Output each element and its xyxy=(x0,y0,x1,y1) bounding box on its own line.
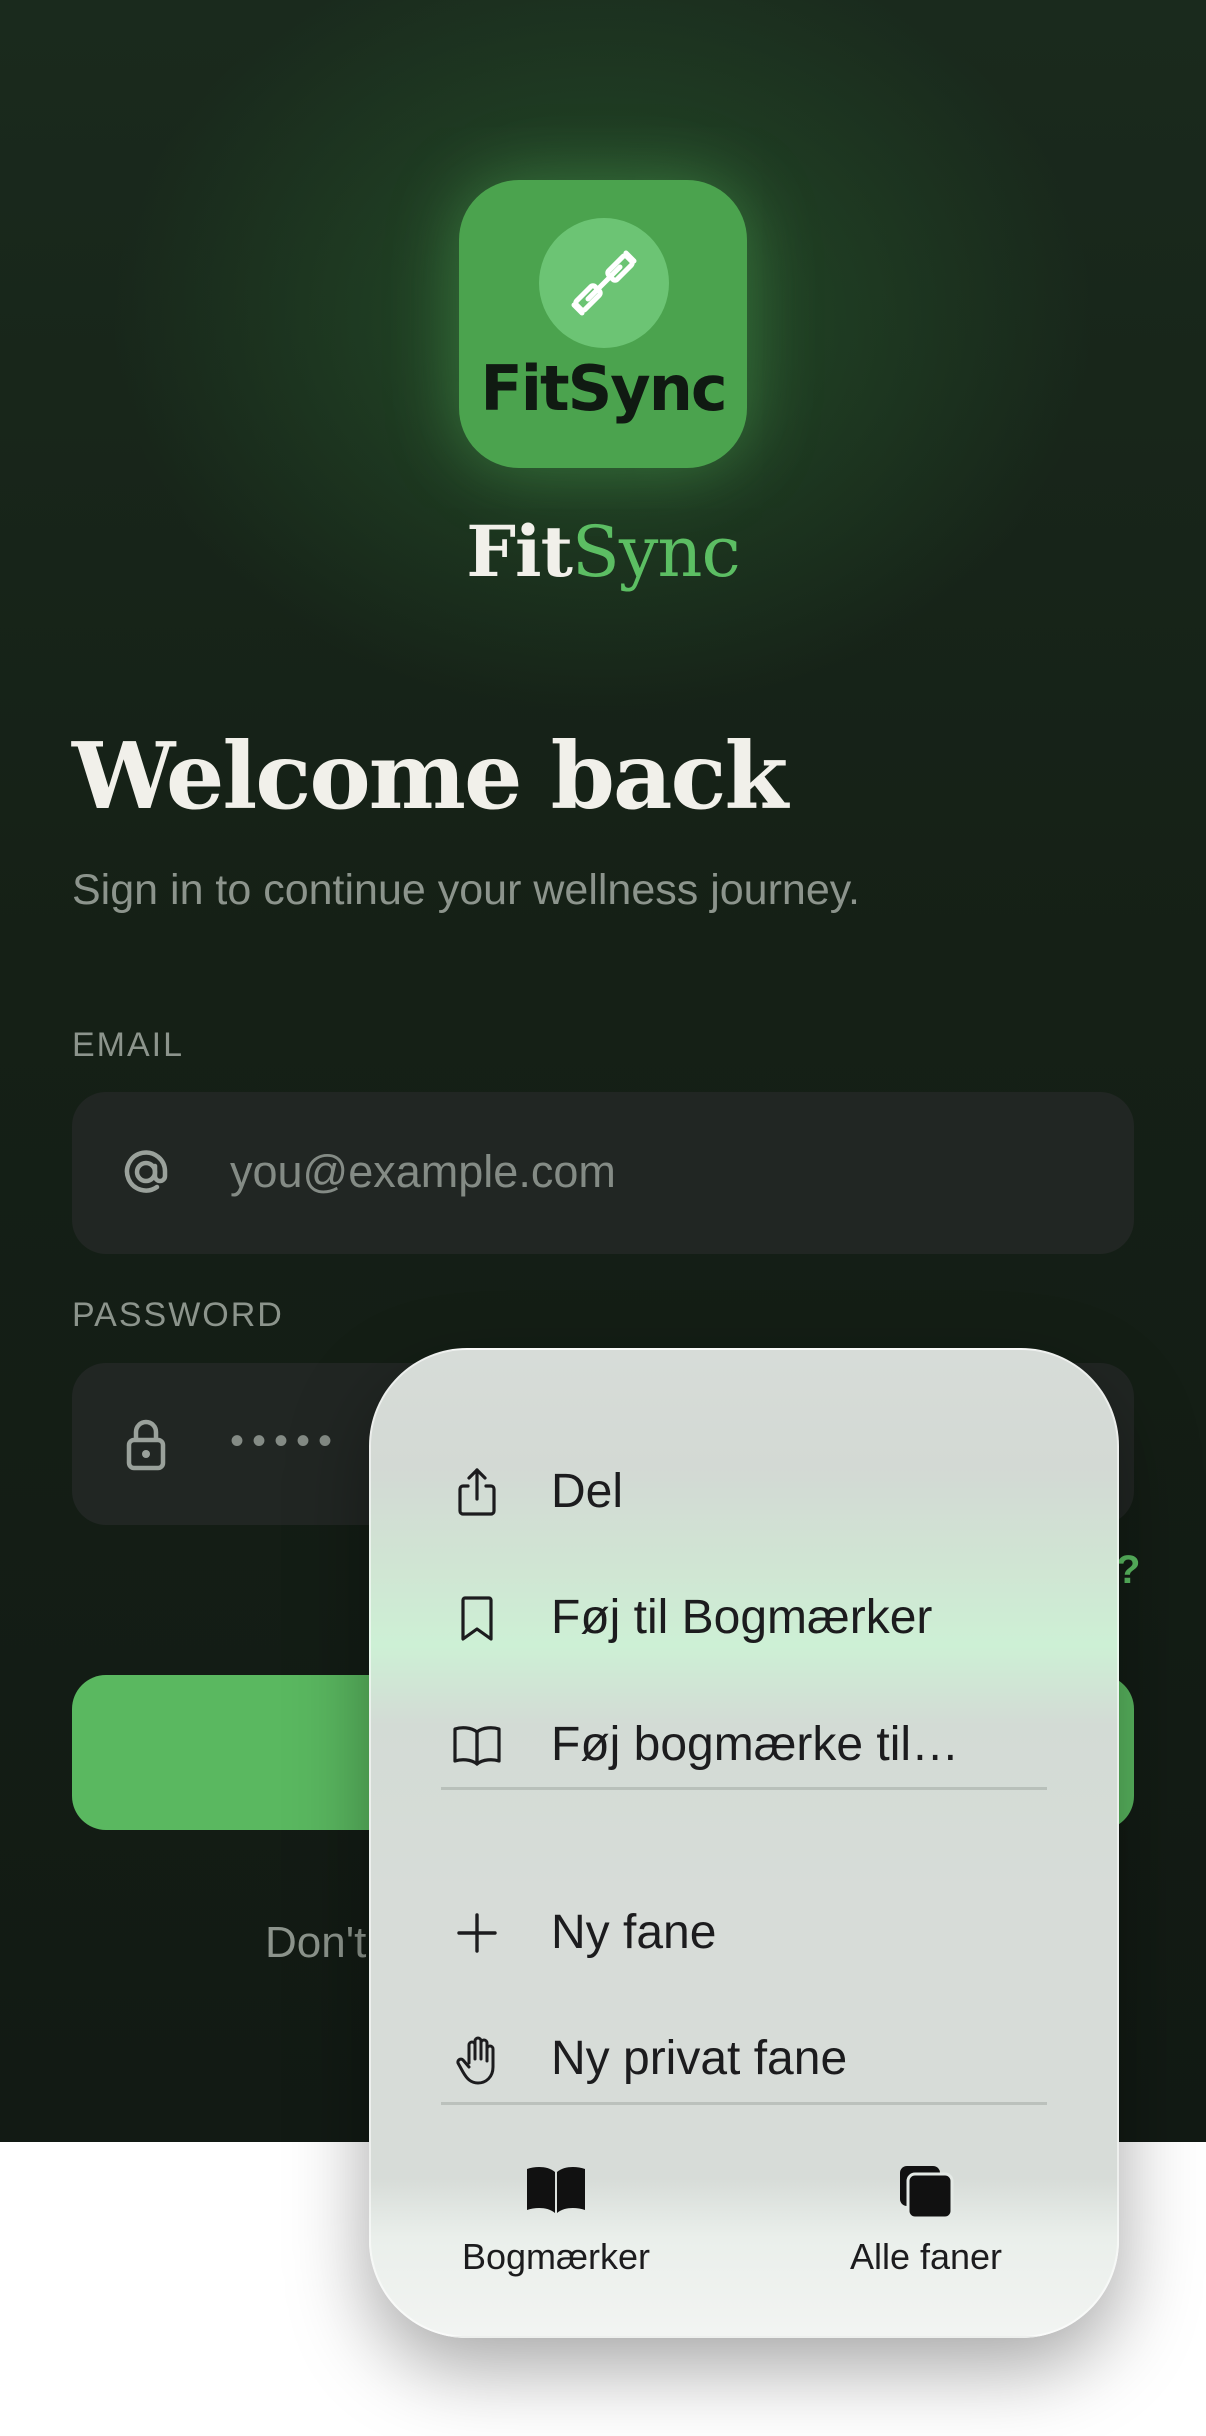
lock-icon xyxy=(126,1419,166,1471)
menu-separator xyxy=(441,1787,1047,1790)
menu-item-share[interactable]: Del xyxy=(371,1442,1117,1542)
password-label: PASSWORD xyxy=(72,1296,284,1334)
brand-name-sync: Sync xyxy=(571,511,741,593)
brand-name: FitSync xyxy=(0,510,1206,593)
dumbbell-badge xyxy=(539,218,669,348)
menu-item-label: Ny fane xyxy=(551,1906,717,1959)
all-tabs-button[interactable]: Alle faner xyxy=(801,2150,1051,2300)
app-logo-text: FitSync xyxy=(480,352,727,425)
tabs-icon xyxy=(900,2166,954,2220)
at-icon xyxy=(124,1150,168,1193)
all-tabs-button-label: Alle faner xyxy=(849,2236,1003,2277)
menu-item-label: Føj bogmærke til… xyxy=(551,1718,960,1771)
menu-item-new-private-tab[interactable]: Ny privat fane xyxy=(371,2009,1117,2109)
email-label: EMAIL xyxy=(72,1026,185,1064)
email-placeholder: you@example.com xyxy=(230,1146,616,1197)
menu-item-add-bookmark[interactable]: Føj til Bogmærker xyxy=(371,1568,1117,1668)
dumbbell-icon xyxy=(571,250,637,316)
page-subtitle: Sign in to continue your wellness journe… xyxy=(72,866,860,914)
book-filled-icon xyxy=(527,2167,585,2213)
menu-item-add-bookmark-to[interactable]: Føj bogmærke til… xyxy=(371,1695,1117,1795)
bookmark-icon xyxy=(461,1596,493,1641)
share-icon xyxy=(458,1468,496,1516)
context-menu: Del Føj til Bogmærker Føj bogmærke til… … xyxy=(369,1348,1119,2338)
forgot-password-link[interactable]: ? xyxy=(1116,1548,1140,1593)
menu-separator xyxy=(441,2102,1047,2105)
page-title: Welcome back xyxy=(72,722,788,830)
signup-prompt: Don't xyxy=(265,1918,367,1967)
bookmarks-button-label: Bogmærker xyxy=(461,2236,651,2277)
menu-item-label: Ny privat fane xyxy=(551,2032,848,2085)
hand-icon xyxy=(456,2036,495,2085)
menu-item-label: Føj til Bogmærker xyxy=(551,1591,933,1644)
app-logo: FitSync xyxy=(459,180,747,468)
plus-icon xyxy=(457,1913,497,1953)
email-field[interactable]: you@example.com xyxy=(72,1092,1134,1254)
menu-item-label: Del xyxy=(551,1465,624,1518)
bookmarks-button[interactable]: Bogmærker xyxy=(431,2150,681,2300)
menu-item-new-tab[interactable]: Ny fane xyxy=(371,1883,1117,1983)
password-value: ••••• xyxy=(230,1419,341,1463)
brand-name-fit: Fit xyxy=(466,510,573,593)
book-icon xyxy=(453,1726,501,1766)
